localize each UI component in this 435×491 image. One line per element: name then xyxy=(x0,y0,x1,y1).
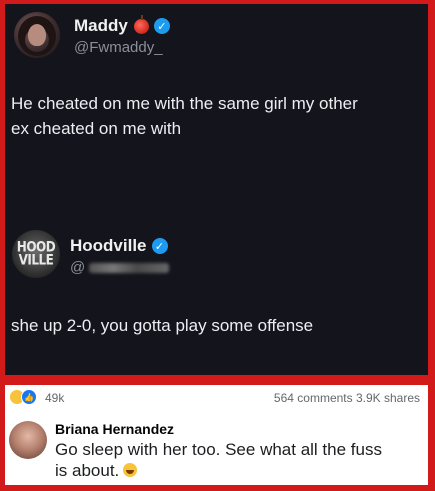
comment-body: Briana Hernandez Go sleep with her too. … xyxy=(55,421,382,481)
comment-text: Go sleep with her too. See what all the … xyxy=(55,439,382,481)
tweet1-text-line2: ex cheated on me with xyxy=(11,119,182,138)
verified-badge-icon: ✓ xyxy=(151,238,168,254)
tweet2-handle-prefix: @ xyxy=(70,259,86,276)
maddy-avatar[interactable] xyxy=(14,12,60,58)
tweet2-name-row: Hoodville ✓ xyxy=(70,236,169,256)
apple-emoji-icon xyxy=(133,14,149,34)
tweet1-author-name[interactable]: Maddy xyxy=(74,16,128,36)
reactions-count[interactable]: 49k xyxy=(45,391,64,405)
tweet1-name-block: Maddy ✓ @Fwmaddy_ xyxy=(74,14,170,56)
hoodville-logo: HOOD VILLE xyxy=(16,239,56,268)
tweet2-author-name[interactable]: Hoodville xyxy=(70,236,147,256)
tweet2-handle[interactable]: @ xyxy=(70,259,170,276)
avatar-face xyxy=(28,24,46,46)
tweet1-handle[interactable]: @Fwmaddy_ xyxy=(74,39,170,56)
commenter-name[interactable]: Briana Hernandez xyxy=(55,421,382,437)
comment-text-line2-row: is about. xyxy=(55,460,382,481)
comment-text-line1: Go sleep with her too. See what all the … xyxy=(55,440,382,459)
tweet2-header: HOOD VILLE Hoodville ✓ @ xyxy=(12,230,170,278)
comment: Briana Hernandez Go sleep with her too. … xyxy=(9,421,382,481)
comment-text-line2: is about. xyxy=(55,461,120,480)
tweet1-header: Maddy ✓ @Fwmaddy_ xyxy=(14,12,170,58)
facebook-comment-panel: 👍 49k 564 comments 3.9K shares Briana He… xyxy=(5,385,428,485)
tweet1-name-row: Maddy ✓ xyxy=(74,14,170,36)
tweet2-text: she up 2-0, you gotta play some offense xyxy=(11,316,314,335)
reaction-icons[interactable]: 👍 xyxy=(9,389,37,405)
tweet-screenshot: Maddy ✓ @Fwmaddy_ He cheated on me with … xyxy=(5,4,428,375)
commenter-avatar[interactable] xyxy=(9,421,47,459)
redacted-handle-blur xyxy=(89,263,170,274)
tweet2-name-block: Hoodville ✓ @ xyxy=(70,236,170,276)
comments-shares-count[interactable]: 564 comments 3.9K shares xyxy=(274,391,420,405)
tweet1-text-line1: He cheated on me with the same girl my o… xyxy=(11,94,358,113)
laughing-emoji-icon xyxy=(123,463,138,477)
tweet1-text: He cheated on me with the same girl my o… xyxy=(11,91,358,141)
reaction-stats-bar: 👍 49k 564 comments 3.9K shares xyxy=(5,385,428,405)
like-reaction-icon: 👍 xyxy=(21,389,37,405)
hoodville-avatar[interactable]: HOOD VILLE xyxy=(12,230,60,278)
verified-badge-icon: ✓ xyxy=(153,18,170,34)
